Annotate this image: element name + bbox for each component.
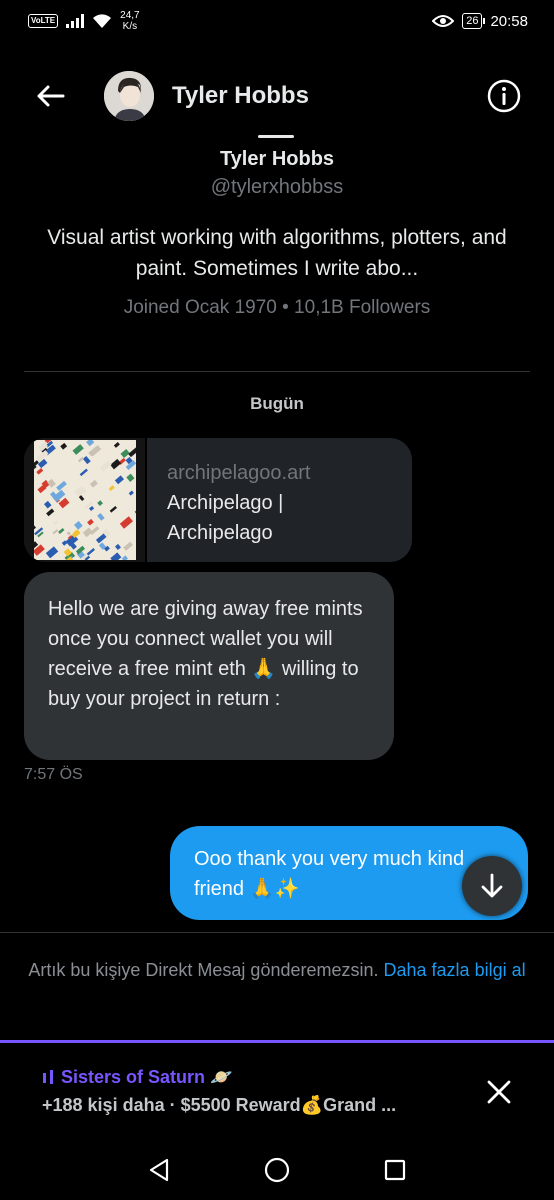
clock: 20:58	[490, 12, 528, 30]
spaces-subtitle: +188 kişi daha · $5500 Reward💰Grand ...	[42, 1095, 397, 1115]
nav-home-button[interactable]	[262, 1155, 292, 1185]
system-nav-bar	[0, 1140, 554, 1200]
square-recents-icon	[384, 1159, 406, 1181]
info-icon	[487, 79, 521, 113]
received-message[interactable]: Hello we are giving away free mints once…	[24, 572, 394, 760]
generative-art-image	[33, 440, 136, 560]
dm-disabled-notice: Artık bu kişiye Direkt Mesaj gönderemezs…	[28, 956, 526, 985]
circle-home-icon	[264, 1157, 290, 1183]
close-icon	[487, 1080, 511, 1104]
status-bar: VoLTE 24,7 K/s 26 20:58	[0, 0, 554, 42]
volte-indicator: VoLTE	[28, 14, 59, 28]
arrow-down-icon	[481, 873, 503, 898]
info-button[interactable]	[486, 78, 522, 114]
spaces-title: Sisters of Saturn 🪐	[42, 1067, 232, 1088]
learn-more-link[interactable]: Daha fazla bilgi al	[384, 960, 526, 980]
divider	[0, 932, 554, 933]
spaces-bar[interactable]: Sisters of Saturn 🪐 +188 kişi daha · $55…	[0, 1040, 554, 1130]
audio-bars-icon	[43, 1070, 53, 1084]
signal-icon	[66, 14, 85, 28]
nav-recents-button[interactable]	[380, 1155, 410, 1185]
arrow-left-icon	[37, 85, 65, 107]
conversation-header: Tyler Hobbs	[0, 60, 554, 130]
profile-bio: Visual artist working with algorithms, p…	[47, 226, 507, 280]
day-separator: Bugün	[250, 394, 304, 413]
nav-back-button[interactable]	[144, 1155, 174, 1185]
wifi-icon	[93, 14, 112, 28]
close-button[interactable]	[484, 1077, 514, 1107]
link-thumbnail	[24, 438, 147, 562]
link-title-line1: Archipelago |	[167, 492, 284, 514]
battery-indicator: 26	[462, 13, 486, 29]
link-domain: archipelagoo.art	[167, 462, 311, 484]
notice-text: Artık bu kişiye Direkt Mesaj gönderemezs…	[28, 960, 384, 980]
message-timestamp: 7:57 ÖS	[24, 766, 83, 783]
profile-avatar-edge	[258, 135, 294, 138]
profile-name[interactable]: Tyler Hobbs	[0, 148, 554, 171]
link-title-line2: Archipelago	[167, 522, 273, 544]
triangle-back-icon	[149, 1158, 169, 1182]
scroll-to-bottom-button[interactable]	[462, 856, 522, 916]
header-title[interactable]: Tyler Hobbs	[172, 82, 309, 110]
link-preview-card[interactable]: archipelagoo.art Archipelago | Archipela…	[24, 438, 412, 562]
avatar-portrait	[104, 71, 154, 121]
avatar[interactable]	[104, 71, 154, 121]
network-speed: 24,7 K/s	[120, 10, 140, 32]
profile-handle[interactable]: @tylerxhobbss	[0, 176, 554, 199]
profile-meta: Joined Ocak 1970 • 10,1B Followers	[123, 297, 431, 318]
back-button[interactable]	[34, 80, 66, 112]
divider	[24, 371, 530, 372]
eye-icon	[432, 15, 455, 27]
